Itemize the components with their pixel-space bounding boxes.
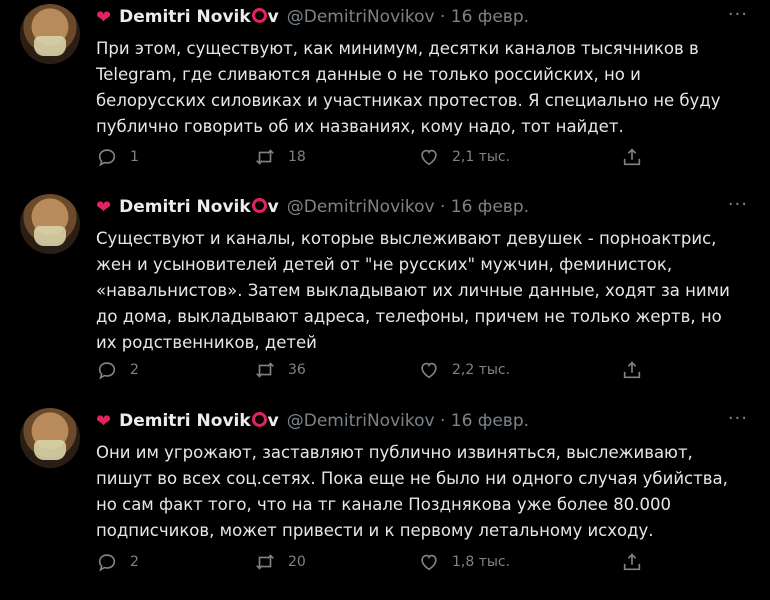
avatar[interactable] [20,408,80,468]
reply-button[interactable]: 2 [96,358,139,382]
retweet-button[interactable]: 20 [254,550,306,574]
heart-icon: ❤ [96,6,112,28]
tweet-header: ❤ Demitri Novik v @DemitriNovikov · 16 фе… [96,410,529,432]
more-icon[interactable]: ··· [728,4,748,25]
retweet-button[interactable]: 36 [254,358,306,382]
tweet-header: ❤ Demitri Novik v @DemitriNovikov · 16 фе… [96,6,529,28]
tweet-text: Существуют и каналы, которые выслеживают… [96,229,730,352]
avatar[interactable] [20,4,80,64]
reply-button[interactable]: 1 [96,145,139,169]
reply-button[interactable]: 2 [96,550,139,574]
tweet-actions: 2 36 2,2 тыс. [96,358,656,382]
like-button[interactable]: 2,1 тыс. [418,145,510,169]
like-count: 2,1 тыс. [452,149,511,165]
avatar[interactable] [20,194,80,254]
retweet-icon [256,362,274,378]
ring-icon [251,198,267,213]
tweet-text: При этом, существуют, как минимум, десят… [96,39,721,136]
tweet-text: Они им угрожают, заставляют публично изв… [96,443,728,540]
retweet-count: 36 [288,362,306,378]
share-button[interactable] [621,550,643,574]
ring-icon [251,8,267,23]
retweet-count: 20 [288,554,306,570]
tweet-actions: 2 20 1,8 тыс. [96,550,656,574]
retweet-icon [256,149,274,165]
author-handle-date[interactable]: @DemitriNovikov · 16 февр. [287,197,529,217]
reply-icon [98,149,116,167]
retweet-count: 18 [288,149,306,165]
like-icon [421,149,437,166]
like-icon [421,554,437,571]
like-count: 2,2 тыс. [452,362,511,378]
like-button[interactable]: 2,2 тыс. [418,358,510,382]
author-handle-date[interactable]: @DemitriNovikov · 16 февр. [287,411,529,431]
author-handle-date[interactable]: @DemitriNovikov · 16 февр. [287,7,529,27]
share-button[interactable] [621,145,643,169]
like-icon [421,362,437,379]
retweet-icon [256,554,274,570]
heart-icon: ❤ [96,410,112,432]
share-icon [623,553,641,571]
tweet-actions: 1 18 2,1 тыс. [96,145,656,169]
ring-icon [251,412,267,427]
like-count: 1,8 тыс. [452,554,511,570]
heart-icon: ❤ [96,196,112,218]
reply-count: 1 [130,149,139,165]
reply-icon [98,362,116,380]
retweet-button[interactable]: 18 [254,145,306,169]
more-icon[interactable]: ··· [728,408,748,429]
reply-count: 2 [130,554,139,570]
author-name[interactable]: Demitri Novik v [119,197,279,217]
reply-icon [98,554,116,572]
like-button[interactable]: 1,8 тыс. [418,550,510,574]
share-button[interactable] [621,358,643,382]
more-icon[interactable]: ··· [728,194,748,215]
author-name[interactable]: Demitri Novik v [119,7,279,27]
author-name[interactable]: Demitri Novik v [119,411,279,431]
tweet-header: ❤ Demitri Novik v @DemitriNovikov · 16 фе… [96,196,529,218]
share-icon [623,148,641,166]
reply-count: 2 [130,362,139,378]
share-icon [623,361,641,379]
